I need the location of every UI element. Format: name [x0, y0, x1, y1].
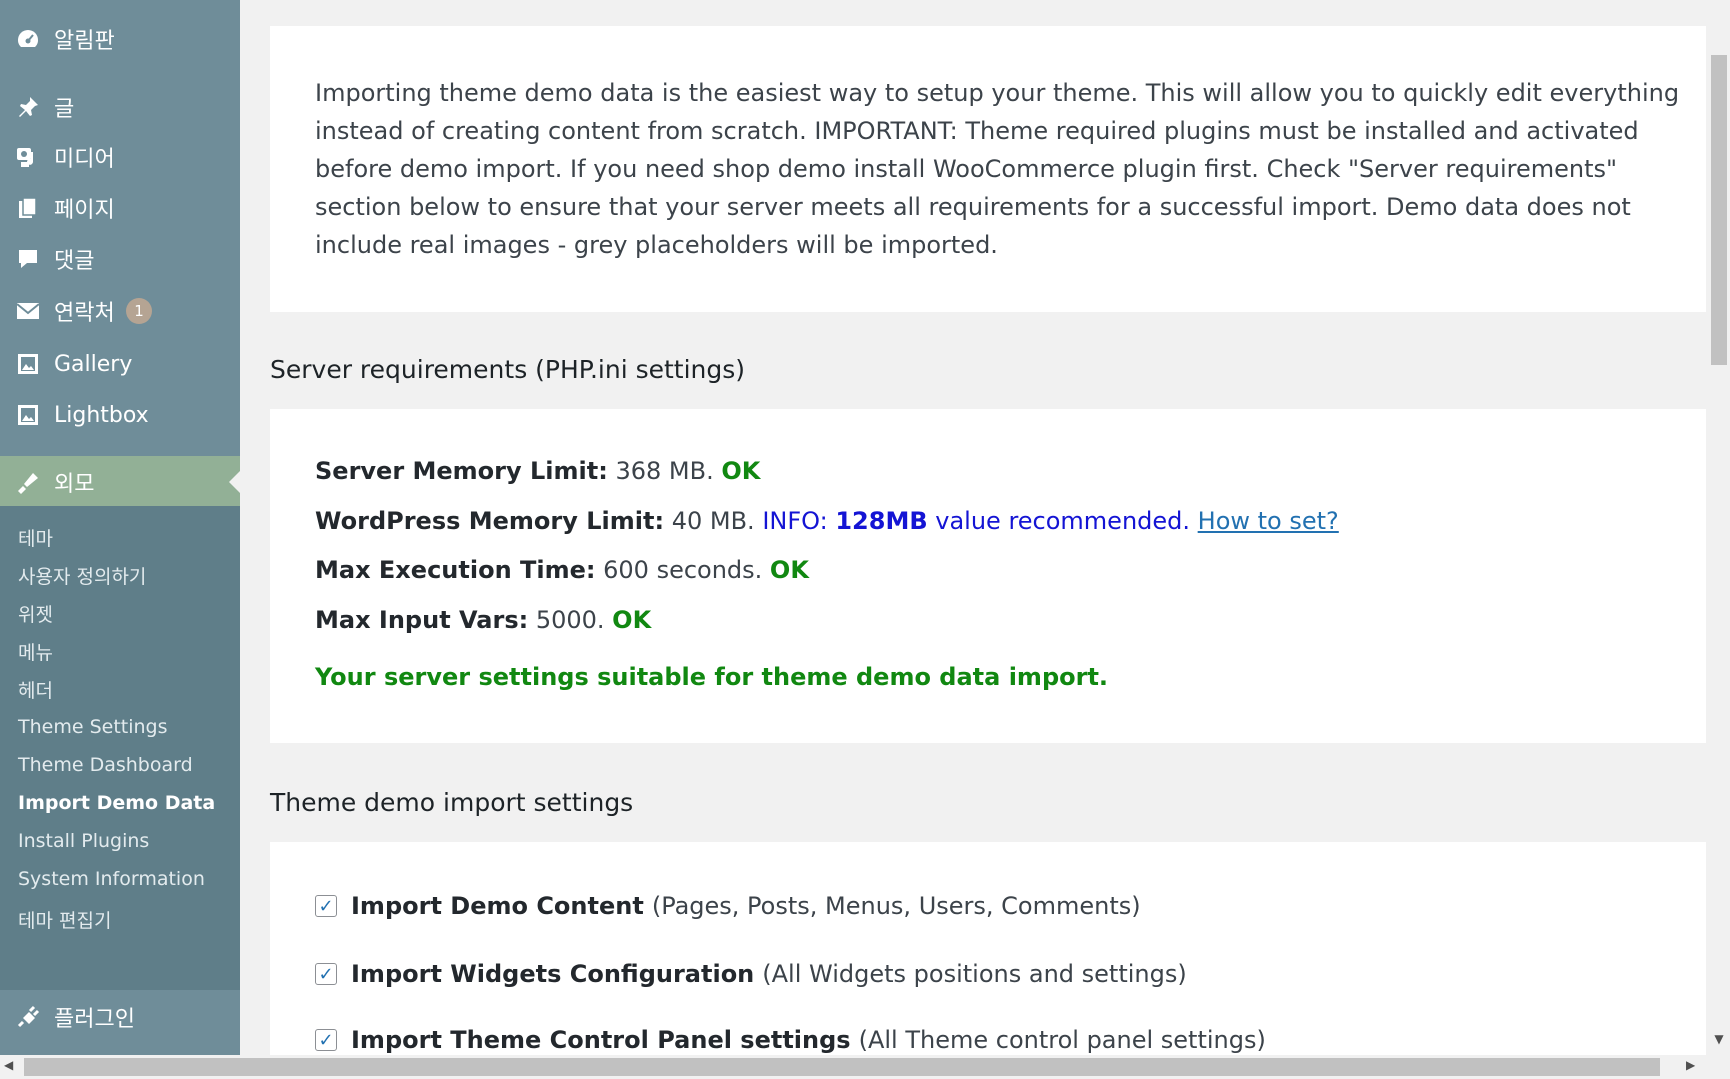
notification-badge: 1: [126, 298, 152, 324]
wordpress-memory-limit: WordPress Memory Limit: 40 MB. INFO: 128…: [315, 507, 1339, 535]
submenu-item-theme-dashboard[interactable]: Theme Dashboard: [18, 754, 193, 776]
import-theme-panel-checkbox[interactable]: ✓: [315, 1029, 337, 1051]
import-option-row: ✓ Import Theme Control Panel settings (A…: [315, 1026, 1266, 1054]
sidebar-item-appearance[interactable]: 외모: [0, 456, 240, 508]
status-ok: OK: [721, 457, 761, 485]
sidebar-item-dashboard[interactable]: 알림판: [0, 14, 240, 64]
submenu-item-theme-settings[interactable]: Theme Settings: [18, 716, 168, 738]
media-icon: [14, 143, 42, 171]
import-option-row: ✓ Import Widgets Configuration (All Widg…: [315, 960, 1187, 988]
dashboard-icon: [14, 25, 42, 53]
sidebar-item-gallery[interactable]: Gallery: [0, 339, 240, 389]
submenu-item-customize[interactable]: 사용자 정의하기: [18, 562, 146, 589]
intro-text: Importing theme demo data is the easiest…: [315, 79, 1680, 259]
submenu-item-widgets[interactable]: 위젯: [18, 600, 53, 627]
import-settings-card: ✓ Import Demo Content (Pages, Posts, Men…: [270, 842, 1706, 1055]
intro-card: Importing theme demo data is the easiest…: [270, 26, 1706, 312]
sidebar-item-label: 플러그인: [54, 1007, 135, 1032]
sidebar-item-media[interactable]: 미디어: [0, 132, 240, 182]
max-execution-time: Max Execution Time: 600 seconds. OK: [315, 556, 809, 584]
submenu-item-import-demo-data[interactable]: Import Demo Data: [18, 792, 215, 814]
status-ok: OK: [612, 606, 652, 634]
lightbox-icon: [14, 401, 42, 429]
sidebar-item-label: 페이지: [54, 198, 115, 223]
server-memory-limit: Server Memory Limit: 368 MB. OK: [315, 457, 761, 485]
sidebar-item-label: 외모: [54, 472, 95, 497]
submenu-item-install-plugins[interactable]: Install Plugins: [18, 830, 149, 852]
horizontal-scrollbar-thumb[interactable]: [24, 1058, 1660, 1076]
sidebar-item-posts[interactable]: 글: [0, 82, 240, 132]
server-requirements-card: Server Memory Limit: 368 MB. OK WordPres…: [270, 409, 1706, 743]
sidebar-item-label: 미디어: [54, 147, 115, 172]
sidebar-item-label: Gallery: [54, 351, 133, 377]
vertical-scrollbar-thumb[interactable]: [1711, 55, 1727, 365]
import-widgets-checkbox[interactable]: ✓: [315, 963, 337, 985]
sidebar-item-plugins[interactable]: 플러그인: [0, 992, 240, 1042]
sidebar-item-contacts[interactable]: 연락처 1: [0, 286, 240, 336]
submenu-item-header[interactable]: 헤더: [18, 676, 53, 703]
sidebar-item-lightbox[interactable]: Lightbox: [0, 390, 240, 440]
sidebar-item-comments[interactable]: 댓글: [0, 234, 240, 284]
submenu-item-system-information[interactable]: System Information: [18, 868, 205, 890]
sidebar-item-label: 댓글: [54, 249, 95, 274]
scroll-left-arrow-icon[interactable]: ◀: [4, 1058, 20, 1076]
pin-icon: [14, 93, 42, 121]
max-input-vars: Max Input Vars: 5000. OK: [315, 606, 652, 634]
scroll-down-arrow-icon[interactable]: ▼: [1709, 1032, 1729, 1052]
server-success-message: Your server settings suitable for theme …: [315, 663, 1109, 691]
submenu-item-menus[interactable]: 메뉴: [18, 638, 53, 665]
import-option-row: ✓ Import Demo Content (Pages, Posts, Men…: [315, 892, 1141, 920]
sidebar-item-label: Lightbox: [54, 402, 149, 428]
sidebar-item-label: 글: [54, 97, 75, 122]
appearance-icon: [14, 468, 42, 496]
mail-icon: [14, 297, 42, 325]
server-requirements-title: Server requirements (PHP.ini settings): [270, 355, 746, 384]
pages-icon: [14, 194, 42, 222]
appearance-submenu: 테마 사용자 정의하기 위젯 메뉴 헤더 Theme Settings Them…: [0, 506, 240, 990]
how-to-set-link[interactable]: How to set?: [1198, 507, 1339, 535]
sidebar-item-label: 알림판: [54, 29, 115, 54]
import-demo-content-checkbox[interactable]: ✓: [315, 895, 337, 917]
main-content: Importing theme demo data is the easiest…: [240, 0, 1708, 1055]
status-ok: OK: [769, 556, 809, 584]
sidebar-item-pages[interactable]: 페이지: [0, 183, 240, 233]
admin-sidebar: 알림판 글 미디어 페이지 댓글 연락처 1 Gallery Lightbox …: [0, 0, 240, 1055]
sidebar-item-label: 연락처: [54, 301, 115, 326]
comments-icon: [14, 245, 42, 273]
submenu-item-theme-editor[interactable]: 테마 편집기: [18, 906, 111, 933]
plugins-icon: [14, 1003, 42, 1031]
submenu-item-themes[interactable]: 테마: [18, 524, 53, 551]
scroll-right-arrow-icon[interactable]: ▶: [1686, 1058, 1702, 1076]
import-settings-title: Theme demo import settings: [270, 788, 634, 817]
gallery-icon: [14, 350, 42, 378]
